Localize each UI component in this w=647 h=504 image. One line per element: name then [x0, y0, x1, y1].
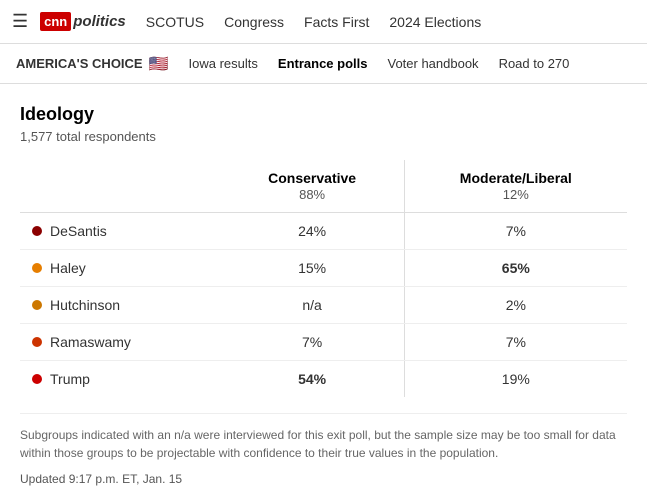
table-row: Ramaswamy 7%7% [20, 324, 627, 361]
table-row: Hutchinson n/a2% [20, 287, 627, 324]
subnav-voter-handbook[interactable]: Voter handbook [387, 56, 478, 71]
moderate-value: 65% [404, 250, 627, 287]
candidate-cell: DeSantis [20, 213, 221, 250]
conservative-value: 24% [221, 213, 405, 250]
subnav-iowa-results[interactable]: Iowa results [189, 56, 258, 71]
moderate-value: 19% [404, 361, 627, 398]
brand-label: AMERICA'S CHOICE [16, 56, 143, 71]
subnav-entrance-polls[interactable]: Entrance polls [278, 56, 368, 71]
candidate-dot [32, 300, 42, 310]
nav-scotus[interactable]: SCOTUS [146, 14, 204, 30]
candidate-dot [32, 337, 42, 347]
updated-timestamp: Updated 9:17 p.m. ET, Jan. 15 [20, 472, 627, 486]
subnav-road-to-270[interactable]: Road to 270 [499, 56, 570, 71]
nav-2024-elections[interactable]: 2024 Elections [389, 14, 481, 30]
candidate-cell: Ramaswamy [20, 324, 221, 361]
ideology-table: Conservative 88% Moderate/Liberal 12% De… [20, 160, 627, 397]
table-row: DeSantis 24%7% [20, 213, 627, 250]
conservative-value: 15% [221, 250, 405, 287]
table-row: Trump 54%19% [20, 361, 627, 398]
moderate-value: 2% [404, 287, 627, 324]
flag-icon: 🇺🇸 [149, 54, 169, 74]
sub-navigation: AMERICA'S CHOICE 🇺🇸 Iowa results Entranc… [0, 44, 647, 84]
candidate-dot [32, 226, 42, 236]
moderate-value: 7% [404, 324, 627, 361]
candidate-dot [32, 374, 42, 384]
col-header-moderate: Moderate/Liberal 12% [404, 160, 627, 213]
conservative-value: 54% [221, 361, 405, 398]
americas-choice-brand: AMERICA'S CHOICE 🇺🇸 [16, 54, 169, 74]
footnote: Subgroups indicated with an n/a were int… [20, 413, 627, 462]
candidate-cell: Hutchinson [20, 287, 221, 324]
candidate-name: Haley [50, 260, 86, 276]
table-row: Haley 15%65% [20, 250, 627, 287]
col-header-conservative: Conservative 88% [221, 160, 405, 213]
candidate-name: Hutchinson [50, 297, 120, 313]
top-navigation: ☰ cnn politics SCOTUS Congress Facts Fir… [0, 0, 647, 44]
conservative-value: 7% [221, 324, 405, 361]
respondents-count: 1,577 total respondents [20, 129, 627, 144]
section-title: Ideology [20, 104, 627, 125]
hamburger-menu[interactable]: ☰ [12, 11, 28, 32]
nav-congress[interactable]: Congress [224, 14, 284, 30]
moderate-value: 7% [404, 213, 627, 250]
main-content: Ideology 1,577 total respondents Conserv… [0, 84, 647, 502]
cnn-wordmark: cnn [40, 12, 71, 31]
candidate-name: DeSantis [50, 223, 107, 239]
candidate-dot [32, 263, 42, 273]
candidate-cell: Haley [20, 250, 221, 287]
candidate-cell: Trump [20, 361, 221, 398]
sub-nav-links: Iowa results Entrance polls Voter handbo… [189, 56, 570, 71]
nav-links: SCOTUS Congress Facts First 2024 Electio… [146, 14, 481, 30]
cnn-logo[interactable]: cnn politics [40, 12, 126, 31]
candidate-name: Trump [50, 371, 90, 387]
col-header-candidate [20, 160, 221, 213]
nav-facts-first[interactable]: Facts First [304, 14, 369, 30]
politics-wordmark: politics [73, 13, 126, 30]
candidate-name: Ramaswamy [50, 334, 131, 350]
conservative-value: n/a [221, 287, 405, 324]
